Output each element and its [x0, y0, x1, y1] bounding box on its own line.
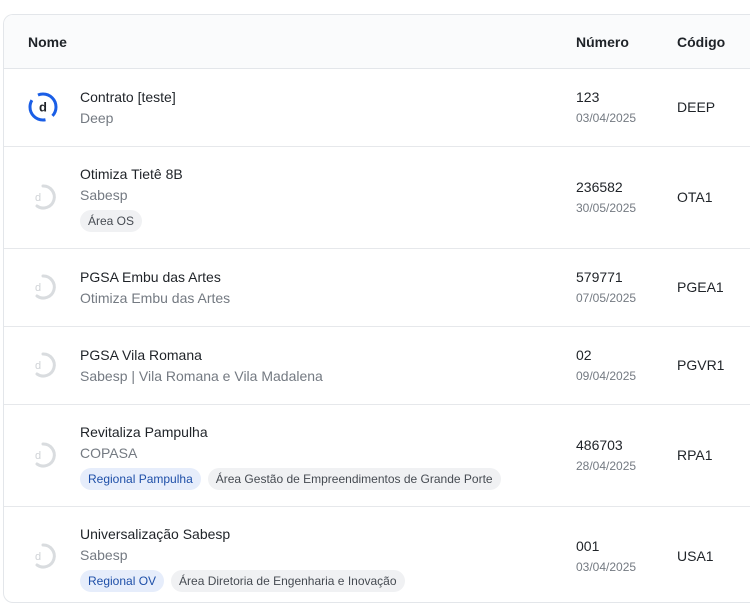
contract-number: 579771: [576, 269, 623, 285]
row-subtitle: Sabesp: [80, 187, 128, 203]
tag-badge: Área Diretoria de Engenharia e Inovação: [171, 570, 405, 592]
row-title[interactable]: PGSA Embu das Artes: [80, 268, 230, 286]
contract-code: RPA1: [677, 447, 713, 463]
row-name-cell: Revitaliza Pampulha COPASA Regional Pampul…: [80, 423, 501, 490]
table-row[interactable]: d Contrato [teste] Deep 123 03/04/2025 DEEP: [4, 69, 750, 147]
row-subtitle: Otimiza Embu das Artes: [80, 290, 231, 306]
placeholder-logo-icon: d: [28, 541, 58, 571]
tag-badge: Área OS: [80, 210, 143, 232]
contract-code: OTA1: [677, 189, 713, 205]
column-header-number[interactable]: Número: [576, 34, 629, 50]
row-tags: Regional Pampulha Área Gestão de Empreend…: [80, 468, 501, 490]
placeholder-logo-icon: d: [28, 440, 58, 470]
table-row[interactable]: d PGSA Vila Romana Sabesp | Vila Romana e …: [4, 327, 750, 405]
table-header: Nome Número Código: [4, 15, 750, 69]
row-number-cell: 486703 28/04/2025: [576, 436, 636, 474]
table-row[interactable]: d Universalização Sabesp Sabesp Regional OV…: [4, 507, 750, 602]
svg-text:d: d: [35, 450, 41, 462]
contract-date: 03/04/2025: [576, 111, 637, 125]
contract-code: PGEA1: [677, 279, 724, 295]
table-row[interactable]: d PGSA Embu das Artes Otimiza Embu das Art…: [4, 249, 750, 327]
svg-text:d: d: [39, 100, 47, 115]
row-name-cell: Otimiza Tietê 8B Sabesp Área OS: [80, 165, 183, 232]
table-row[interactable]: d Revitaliza Pampulha COPASA Regional Pampu…: [4, 405, 750, 507]
row-number-cell: 001 03/04/2025: [576, 537, 636, 575]
contract-number: 001: [576, 538, 600, 554]
contract-code: PGVR1: [677, 357, 725, 373]
row-title[interactable]: Otimiza Tietê 8B: [80, 165, 183, 183]
contract-code: DEEP: [677, 99, 716, 115]
contract-date: 07/05/2025: [576, 291, 637, 305]
contract-date: 03/04/2025: [576, 560, 637, 574]
contract-number: 02: [576, 347, 592, 363]
row-name-cell: PGSA Vila Romana Sabesp | Vila Romana e V…: [80, 346, 323, 385]
row-tags: Área OS: [80, 210, 183, 232]
deep-logo-icon: d: [28, 92, 58, 122]
contract-number: 486703: [576, 437, 623, 453]
contract-number: 236582: [576, 179, 623, 195]
contract-number: 123: [576, 89, 600, 105]
column-header-name[interactable]: Nome: [28, 34, 67, 50]
row-title[interactable]: PGSA Vila Romana: [80, 346, 323, 364]
svg-text:d: d: [35, 192, 41, 204]
column-header-code[interactable]: Código: [677, 34, 725, 50]
row-name-cell: Universalização Sabesp Sabesp Regional OV Á…: [80, 525, 405, 592]
placeholder-logo-icon: d: [28, 182, 58, 212]
placeholder-logo-icon: d: [28, 272, 58, 302]
placeholder-logo-icon: d: [28, 350, 58, 380]
svg-text:d: d: [35, 551, 41, 563]
table-body: d Contrato [teste] Deep 123 03/04/2025 DEEP d O…: [4, 69, 750, 602]
tag-badge: Regional Pampulha: [80, 468, 201, 490]
row-title[interactable]: Contrato [teste]: [80, 88, 176, 106]
row-number-cell: 579771 07/05/2025: [576, 268, 636, 306]
tag-badge: Regional OV: [80, 570, 165, 592]
row-title[interactable]: Universalização Sabesp: [80, 525, 405, 543]
row-subtitle: Sabesp: [80, 547, 128, 563]
row-tags: Regional OV Área Diretoria de Engenharia …: [80, 570, 405, 592]
contract-code: USA1: [677, 548, 714, 564]
contract-date: 28/04/2025: [576, 459, 637, 473]
row-name-cell: PGSA Embu das Artes Otimiza Embu das Arte…: [80, 268, 230, 307]
table-row[interactable]: d Otimiza Tietê 8B Sabesp Área OS 236582 30/0…: [4, 147, 750, 249]
row-number-cell: 236582 30/05/2025: [576, 178, 636, 216]
svg-text:d: d: [35, 360, 41, 372]
row-subtitle: COPASA: [80, 445, 138, 461]
row-title[interactable]: Revitaliza Pampulha: [80, 423, 501, 441]
svg-text:d: d: [35, 282, 41, 294]
row-subtitle: Deep: [80, 110, 114, 126]
row-number-cell: 02 09/04/2025: [576, 346, 636, 384]
contract-date: 30/05/2025: [576, 201, 637, 215]
tag-badge: Área Gestão de Empreendimentos de Grande…: [207, 468, 501, 490]
contract-date: 09/04/2025: [576, 369, 637, 383]
contracts-table: Nome Número Código d Contrato [teste] Deep…: [3, 14, 750, 603]
row-name-cell: Contrato [teste] Deep: [80, 88, 176, 127]
row-subtitle: Sabesp | Vila Romana e Vila Madalena: [80, 368, 323, 384]
row-number-cell: 123 03/04/2025: [576, 88, 636, 126]
